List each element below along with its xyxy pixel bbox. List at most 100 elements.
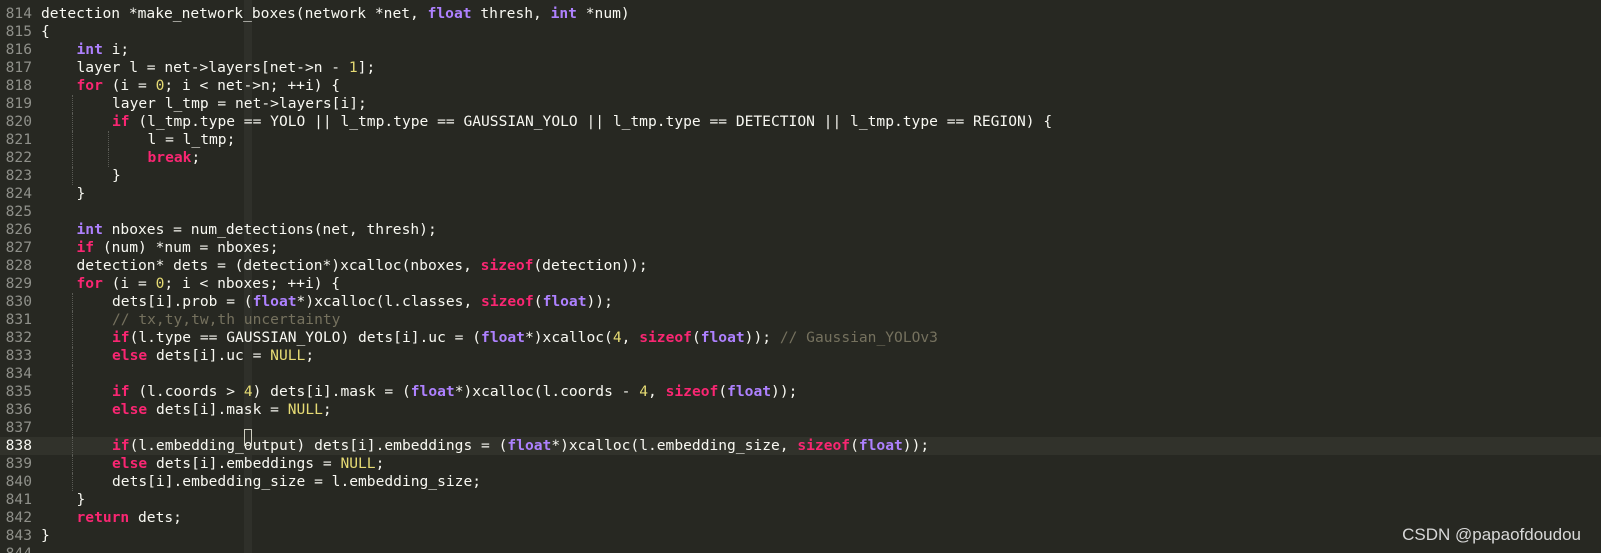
code-text[interactable]: if(l.type == GAUSSIAN_YOLO) dets[i].uc =…	[41, 329, 938, 347]
code-token: ));	[902, 437, 930, 454]
code-line[interactable]: 829 for (i = 0; i < nboxes; ++i) {	[0, 275, 1601, 293]
code-text[interactable]: int nboxes = num_detections(net, thresh)…	[41, 221, 437, 239]
code-token: float	[481, 329, 525, 346]
code-text[interactable]: else dets[i].mask = NULL;	[41, 401, 332, 419]
code-token: sizeof	[480, 257, 534, 274]
code-text[interactable]: return dets;	[41, 509, 182, 527]
code-token: 4	[639, 383, 649, 400]
code-text[interactable]: layer l_tmp = net->layers[i];	[41, 95, 367, 113]
code-token: dets;	[129, 509, 182, 526]
line-number: 843	[5, 527, 32, 544]
code-line[interactable]: 841}	[0, 491, 1601, 509]
code-line[interactable]: 823}	[0, 167, 1601, 185]
code-text[interactable]: }	[41, 185, 86, 203]
line-number: 814	[5, 5, 32, 22]
line-number: 818	[5, 77, 32, 94]
code-editor[interactable]: 814 detection *make_network_boxes(network…	[0, 0, 1601, 553]
code-token: NULL	[340, 455, 376, 472]
code-text[interactable]: }	[41, 527, 50, 545]
code-line[interactable]: 839 else dets[i].embeddings = NULL;	[0, 455, 1601, 473]
code-text[interactable]: layer l = net->layers[net->n - 1];	[41, 59, 376, 77]
code-line[interactable]: 816 int i;	[0, 41, 1601, 59]
code-line[interactable]: 824}	[0, 185, 1601, 203]
code-token: int	[76, 41, 103, 58]
code-text[interactable]: // tx,ty,tw,th uncertainty	[41, 311, 340, 329]
code-line[interactable]: 815 {	[0, 23, 1601, 41]
code-token: ) dets[i].mask = (	[252, 383, 411, 400]
code-text[interactable]: detection* dets = (detection*)xcalloc(nb…	[41, 257, 648, 275]
code-line[interactable]: 832 if(l.type == GAUSSIAN_YOLO) dets[i].u…	[0, 329, 1601, 347]
code-token: (l.embedding_output) dets[i].embeddings …	[129, 437, 508, 454]
code-token: sizeof	[639, 329, 692, 346]
code-line[interactable]: 836 else dets[i].mask = NULL;	[0, 401, 1601, 419]
line-number: 841	[5, 491, 32, 508]
code-text[interactable]: l = l_tmp;	[41, 131, 236, 149]
code-line[interactable]: 833 else dets[i].uc = NULL;	[0, 347, 1601, 365]
code-line[interactable]: 814 detection *make_network_boxes(network…	[0, 5, 1601, 23]
line-number: 833	[5, 347, 32, 364]
code-token: ;	[375, 455, 385, 472]
code-token: *)xcalloc(	[524, 329, 613, 346]
code-text[interactable]: if (l_tmp.type == YOLO || l_tmp.type == …	[41, 113, 1052, 131]
code-line[interactable]: 838 if(l.embedding_output) dets[i].embedd…	[0, 437, 1601, 455]
code-line[interactable]: 820 if (l_tmp.type == YOLO || l_tmp.type …	[0, 113, 1601, 131]
line-number: 819	[5, 95, 32, 112]
code-line[interactable]: 825	[0, 203, 1601, 221]
code-text[interactable]: dets[i].prob = (float*)xcalloc(l.classes…	[41, 293, 613, 311]
code-token: ;	[322, 401, 332, 418]
code-text[interactable]: if (num) *num = nboxes;	[41, 239, 279, 257]
indent-guide	[72, 419, 73, 437]
code-line[interactable]: 826 int nboxes = num_detections(net, thre…	[0, 221, 1601, 239]
code-token: (l.coords >	[129, 383, 244, 400]
code-line[interactable]: 821 l = l_tmp;	[0, 131, 1601, 149]
code-token: dets[i].embeddings =	[147, 455, 341, 472]
code-text[interactable]: else dets[i].embeddings = NULL;	[41, 455, 384, 473]
code-text[interactable]: if (l.coords > 4) dets[i].mask = (float*…	[41, 383, 797, 401]
code-text[interactable]: detection *make_network_boxes(network *n…	[41, 5, 630, 23]
code-line[interactable]: 819 layer l_tmp = net->layers[i];	[0, 95, 1601, 113]
code-text[interactable]: else dets[i].uc = NULL;	[41, 347, 314, 365]
code-line[interactable]: 822 break;	[0, 149, 1601, 167]
code-token: (	[718, 383, 728, 400]
code-token: sizeof	[665, 383, 719, 400]
code-line[interactable]: 842 return dets;	[0, 509, 1601, 527]
code-text[interactable]: }	[41, 491, 86, 509]
line-number: 836	[5, 401, 32, 418]
code-text[interactable]: }	[41, 167, 121, 185]
code-line[interactable]: 830 dets[i].prob = (float*)xcalloc(l.clas…	[0, 293, 1601, 311]
code-text[interactable]: int i;	[41, 41, 130, 59]
code-line[interactable]: 831 // tx,ty,tw,th uncertainty	[0, 311, 1601, 329]
line-number: 826	[5, 221, 32, 238]
code-token: return	[76, 509, 130, 526]
code-token: 4	[243, 383, 253, 400]
code-line[interactable]: 817 layer l = net->layers[net->n - 1];	[0, 59, 1601, 77]
code-text[interactable]: for (i = 0; i < net->n; ++i) {	[41, 77, 341, 95]
code-token: float	[542, 293, 587, 310]
line-number: 825	[5, 203, 32, 220]
line-number: 831	[5, 311, 32, 328]
code-text[interactable]: for (i = 0; i < nboxes; ++i) {	[41, 275, 341, 293]
code-line[interactable]: 834	[0, 365, 1601, 383]
code-line[interactable]: 827 if (num) *num = nboxes;	[0, 239, 1601, 257]
line-number: 828	[5, 257, 32, 274]
code-line[interactable]: 818 for (i = 0; i < net->n; ++i) {	[0, 77, 1601, 95]
code-line[interactable]: 835 if (l.coords > 4) dets[i].mask = (flo…	[0, 383, 1601, 401]
code-text[interactable]: {	[41, 23, 50, 41]
code-line[interactable]: 837	[0, 419, 1601, 437]
code-text[interactable]: dets[i].embedding_size = l.embedding_siz…	[41, 473, 481, 491]
code-token: ));	[744, 329, 772, 346]
code-line[interactable]: 840 dets[i].embedding_size = l.embedding_…	[0, 473, 1601, 491]
code-text[interactable]: if(l.embedding_output) dets[i].embedding…	[41, 437, 929, 455]
code-lines[interactable]: 814 detection *make_network_boxes(network…	[0, 5, 1601, 553]
code-text[interactable]: break;	[41, 149, 201, 167]
code-line[interactable]: 828 detection* dets = (detection*)xcalloc…	[0, 257, 1601, 275]
line-number: 840	[5, 473, 32, 490]
indent-guide	[72, 365, 73, 383]
code-line[interactable]: 844	[0, 545, 1601, 553]
code-token: dets[i].mask =	[147, 401, 288, 418]
line-number: 842	[5, 509, 32, 526]
line-number: 839	[5, 455, 32, 472]
code-token: (l_tmp.type == YOLO || l_tmp.type == GAU…	[129, 113, 1053, 130]
code-line[interactable]: 843}	[0, 527, 1601, 545]
code-token: ,	[648, 383, 666, 400]
